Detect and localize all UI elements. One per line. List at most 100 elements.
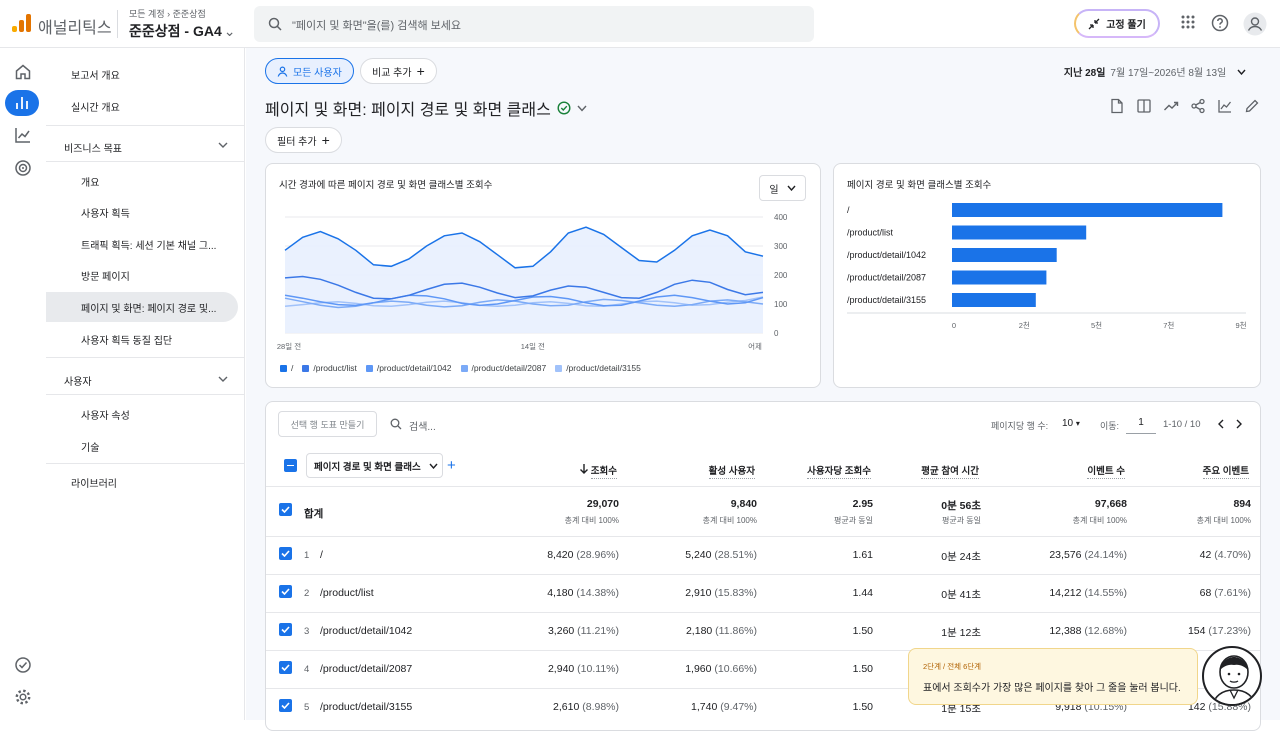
row-avg-engagement-value: 0분 41초 [941,589,981,601]
dimension-selector[interactable]: 페이지 경로 및 화면 클래스 [306,453,443,478]
row-active-users: 1,960 (10.66%) [685,663,757,675]
row-page-path[interactable]: /product/list [320,587,374,599]
share-icon[interactable] [1190,98,1206,114]
insights-trend-icon[interactable] [1163,98,1179,114]
header-active-users[interactable]: 활성 사용자 [708,463,755,479]
reports-icon[interactable] [5,90,39,116]
nav-tech[interactable]: 기술 [81,439,99,454]
table-row[interactable]: 1 / 8,420 (28.96%) 5,240 (28.51%) 1.61 0분 24초… [266,536,1260,574]
line-chart-plot[interactable]: 400 300 200 100 0 28일 전 14일 전 어제 [266,164,822,359]
row-page-path[interactable]: / [320,549,323,561]
nav-user-acquisition[interactable]: 사용자 획득 [81,205,130,220]
segment-chip[interactable]: 모든 사용자 [265,58,354,84]
legend-item[interactable]: /product/detail/1042 [365,363,452,373]
report-doc-icon[interactable] [1109,98,1125,114]
row-event-count-value: 23,576 [1049,549,1082,561]
row-page-path[interactable]: /product/detail/1042 [320,625,412,637]
advertising-icon[interactable] [11,156,35,180]
nav-library[interactable]: 라이브러리 [71,475,117,490]
header-views-per-user[interactable]: 사용자당 조회수 [807,463,871,479]
header-views[interactable]: 조회수 [590,463,617,479]
chevron-down-icon: ⌄ [223,23,236,39]
add-dimension-plus-icon[interactable]: + [447,457,456,474]
bar-category-label: /product/detail/1042 [847,250,926,260]
header-key-events[interactable]: 주요 이벤트 [1202,463,1249,479]
chevron-down-icon[interactable] [577,105,587,112]
total-avg-engagement-sub: 평균과 동일 [941,516,981,525]
divider [117,10,118,38]
bar-chart-plot[interactable]: / /product/list/product/detail/1042/produ… [834,164,1262,389]
row-checkbox[interactable] [279,623,292,636]
legend-item[interactable]: / [280,363,293,373]
table-search-input[interactable]: 검색... [409,418,436,433]
unpin-button[interactable]: 고정 풀기 [1074,9,1160,38]
search-bar[interactable]: "페이지 및 화면"을(를) 검색해 보세요 [254,6,814,42]
breadcrumb[interactable]: 모든 계정 › 준준상점 [129,7,206,20]
section-user[interactable]: 사용자 [64,373,92,388]
total-row: 합계 29,070 총계 대비 100% 9,840 총계 대비 100% 2.… [266,486,1260,536]
verified-check-icon[interactable] [557,101,571,115]
home-icon[interactable] [11,60,35,84]
nav-traffic-acquisition[interactable]: 트래픽 획득: 세션 기본 채널 그... [81,237,216,252]
row-event-count: 23,576 (24.14%) [1049,549,1127,561]
y-tick-label: 100 [774,300,788,309]
add-filter-button[interactable]: 필터 추가 + [265,127,342,153]
analytics-logo[interactable] [12,14,31,32]
help-icon[interactable] [1211,14,1229,32]
date-range-picker[interactable]: 지난 28일 7월 17일~2026년 8월 13일 [1064,64,1246,79]
coach-avatar[interactable] [1202,646,1262,706]
total-checkbox[interactable] [279,503,292,516]
check-circle-icon[interactable] [11,653,35,677]
legend-item[interactable]: /product/detail/3155 [555,363,641,373]
row-checkbox[interactable] [279,699,292,712]
nav-landing-page[interactable]: 방문 페이지 [81,268,130,283]
chevron-left-icon[interactable] [1217,419,1225,429]
add-comparison-button[interactable]: 비교 추가 + [360,58,437,84]
row-index: 3 [304,626,310,637]
search-icon [390,418,402,430]
edit-pencil-icon[interactable] [1244,98,1260,114]
plus-icon: + [321,132,330,148]
compare-columns-icon[interactable] [1136,98,1152,114]
nav-user-acquisition-cohort[interactable]: 사용자 획득 동질 집단 [81,332,172,347]
coach-tip-bubble[interactable]: 2단계 / 전체 6단계 표에서 조회수가 가장 많은 페이지를 찾아 그 줄을… [908,648,1198,705]
account-avatar-icon[interactable] [1243,12,1267,36]
row-key-events: 68 (7.61%) [1200,587,1251,599]
chevron-up-icon[interactable] [218,141,228,149]
table-row[interactable]: 2/product/list 4,180 (14.38%) 2,910 (15.83… [266,574,1260,612]
explore-chart-icon[interactable] [1217,98,1233,114]
nav-pages-and-screens[interactable]: 페이지 및 화면: 페이지 경로 및... [81,300,216,315]
row-checkbox[interactable] [279,547,292,560]
row-page-path[interactable]: /product/detail/2087 [320,663,412,675]
select-all-checkbox[interactable] [284,459,297,472]
section-business-objectives[interactable]: 비즈니스 목표 [64,140,122,155]
plot-rows-button[interactable]: 선택 행 도표 만들기 [278,411,377,437]
app-title[interactable]: 애널리틱스 [38,14,112,38]
nav-overview[interactable]: 개요 [81,174,99,189]
row-checkbox[interactable] [279,585,292,598]
nav-user-attributes[interactable]: 사용자 속성 [81,407,130,422]
row-views-per-user-value: 1.50 [852,625,873,637]
rows-per-page-select[interactable]: 10 ▾ [1062,418,1080,429]
chevron-right-icon[interactable] [1235,419,1243,429]
goto-page-input[interactable]: 1 [1126,414,1156,434]
total-event-count-sub: 총계 대비 100% [1072,516,1127,525]
apps-grid-icon[interactable] [1180,14,1196,30]
chevron-down-icon[interactable] [218,375,228,383]
total-key-events: 894 [1233,498,1251,510]
property-selector[interactable]: 준준상점 - GA4 ⌄ [129,21,235,41]
header-event-count[interactable]: 이벤트 수 [1087,463,1125,479]
row-checkbox[interactable] [279,661,292,674]
y-tick-label: 400 [774,213,788,222]
legend-item[interactable]: /product/detail/2087 [460,363,546,373]
sort-descending-arrow-icon[interactable] [579,463,589,474]
explore-icon[interactable] [11,123,35,147]
header-avg-engagement[interactable]: 평균 참여 시간 [921,463,979,479]
legend-item[interactable]: /product/list [302,363,357,373]
row-page-path[interactable]: /product/detail/3155 [320,701,412,713]
nav-reports-overview[interactable]: 보고서 개요 [71,67,120,82]
table-row[interactable]: 3/product/detail/1042 3,260 (11.21%) 2,180… [266,612,1260,650]
row-active-users-value: 2,180 [685,625,713,637]
settings-gear-icon[interactable] [11,685,35,709]
nav-realtime-overview[interactable]: 실시간 개요 [71,99,120,114]
